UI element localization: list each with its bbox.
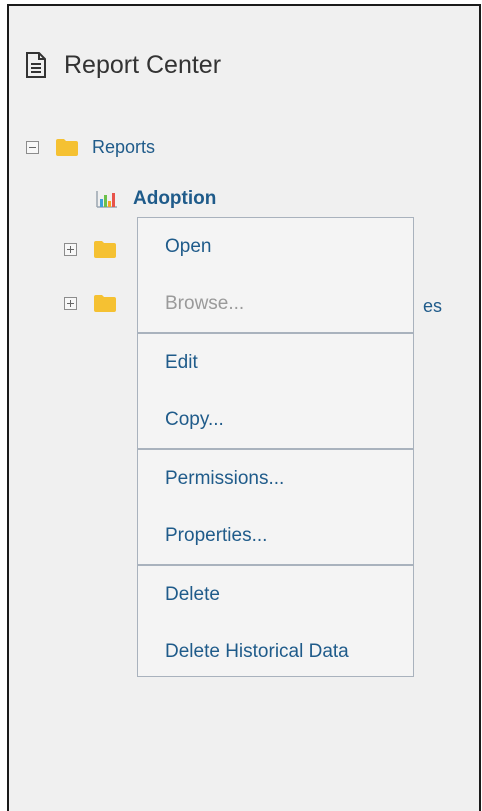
menu-item-browse: Browse... (165, 292, 245, 314)
menu-item-permissions[interactable]: Permissions... (138, 450, 413, 507)
bar-chart-icon (96, 191, 117, 208)
document-icon (26, 52, 46, 78)
menu-item-copy[interactable]: Copy... (138, 391, 413, 448)
menu-item-edit[interactable]: Edit (138, 334, 413, 391)
menu-item-delete[interactable]: Delete (138, 566, 413, 623)
context-menu: Open Browse... Edit Copy... Permissions.… (137, 217, 414, 677)
page-title: Report Center (64, 50, 222, 79)
expand-toggle-icon[interactable] (64, 296, 77, 310)
folder-icon (56, 138, 78, 156)
folder-icon (94, 240, 116, 258)
menu-item-properties[interactable]: Properties... (138, 507, 413, 564)
tree-item-reports[interactable]: Reports (26, 134, 155, 160)
collapse-toggle-icon[interactable] (26, 140, 39, 154)
report-center-panel: Report Center Reports Adoption es Open B… (7, 4, 481, 811)
tree-item-label-fragment: es (423, 296, 443, 316)
tree-item-adoption[interactable]: Adoption (96, 186, 216, 212)
report-center-header: Report Center (25, 48, 221, 82)
tree-item-label: Adoption (133, 188, 217, 209)
menu-item-open[interactable]: Open (138, 218, 413, 275)
menu-item-delete-historical-data[interactable]: Delete Historical Data (138, 623, 413, 680)
expand-toggle-icon[interactable] (64, 242, 77, 256)
folder-icon (94, 294, 116, 312)
tree-item-folder[interactable] (64, 236, 116, 262)
tree-item-folder[interactable] (64, 290, 116, 316)
tree-item-label: Reports (92, 136, 156, 157)
